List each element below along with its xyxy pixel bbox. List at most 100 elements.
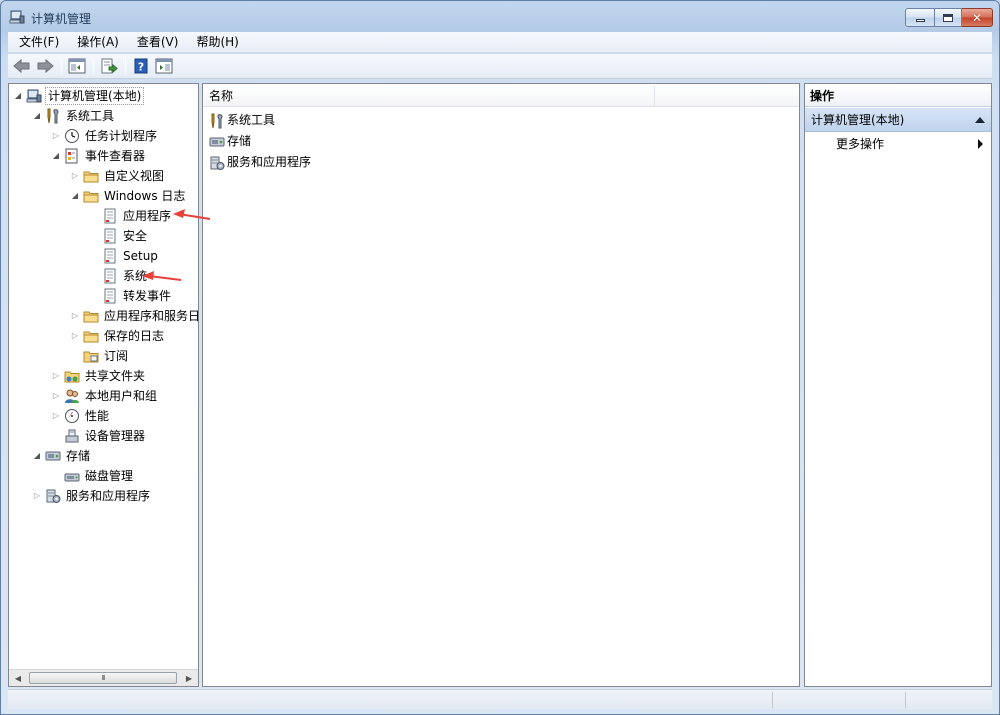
tree-item[interactable]: ▷ 应用程序和服务日志 [70, 306, 199, 326]
collapsed-arrow-icon[interactable]: ▷ [32, 486, 42, 506]
collapsed-arrow-icon[interactable]: ▷ [51, 126, 61, 146]
title-bar[interactable]: 计算机管理 ✕ [1, 1, 999, 31]
saved-logs-folder-icon [83, 331, 99, 343]
storage-icon [45, 451, 61, 461]
menu-bar: 文件(F) 操作(A) 查看(V) 帮助(H) [8, 32, 992, 53]
tree-item-label: 计算机管理(本地) [45, 87, 145, 105]
export-list-button[interactable] [98, 55, 120, 77]
list-header: 名称 [203, 86, 799, 107]
tree-item[interactable]: ▷ 服务和应用程序 [32, 486, 152, 506]
tree-item[interactable]: 系统 [89, 266, 149, 286]
menu-view[interactable]: 查看(V) [131, 33, 185, 52]
task-scheduler-icon [65, 129, 79, 143]
custom-views-folder-icon [83, 171, 99, 183]
show-hide-action-pane-button[interactable] [153, 55, 175, 77]
show-hide-console-tree-icon [68, 58, 86, 74]
tree-horizontal-scrollbar[interactable]: ◀ III ▶ [9, 669, 198, 686]
tree-item[interactable]: ◢ 事件查看器 [51, 146, 147, 166]
tree-item-label: 存储 [66, 449, 91, 463]
expanded-arrow-icon[interactable]: ◢ [32, 106, 42, 126]
list-item-label: 存储 [227, 134, 252, 148]
back-arrow-icon [13, 58, 30, 74]
scrollbar-thumb[interactable]: III [29, 672, 177, 684]
tree-item[interactable]: 安全 [89, 226, 149, 246]
log-icon [104, 268, 116, 284]
menu-help[interactable]: 帮助(H) [190, 33, 244, 52]
tree-item[interactable]: ◢ 计算机管理(本地) [13, 86, 145, 106]
tree-item[interactable]: ◢ 存储 [32, 446, 92, 466]
menu-action[interactable]: 操作(A) [71, 33, 125, 52]
expanded-arrow-icon[interactable]: ◢ [32, 446, 42, 466]
action-section-header[interactable]: 计算机管理(本地) [805, 108, 991, 132]
status-segment [772, 692, 773, 708]
tree-item-label: 磁盘管理 [85, 469, 134, 483]
list-item-storage[interactable]: 存储 [207, 131, 251, 152]
list-item-services-applications[interactable]: 服务和应用程序 [207, 152, 311, 173]
tree-item[interactable]: ▷ 本地用户和组 [51, 386, 159, 406]
tree-item[interactable]: Setup [89, 246, 160, 266]
list-item-label: 服务和应用程序 [227, 155, 312, 169]
scroll-right-icon[interactable]: ▶ [182, 672, 196, 684]
tree-item-label: 系统工具 [66, 109, 115, 123]
tree-item[interactable]: 设备管理器 [51, 426, 147, 446]
collapsed-arrow-icon[interactable]: ▷ [70, 326, 80, 346]
column-header-name[interactable]: 名称 [203, 86, 655, 106]
collapsed-arrow-icon[interactable]: ▷ [70, 166, 80, 186]
subscriptions-icon [83, 351, 99, 363]
maximize-button[interactable] [935, 8, 962, 27]
close-button[interactable]: ✕ [962, 8, 993, 27]
console-tree-pane[interactable]: ◢ 计算机管理(本地) ◢ 系统工具 ▷ 任务计划程序 ◢ 事件查看器 ▷ 自定义视图 ◢ Windo… [8, 83, 199, 687]
services-applications-icon [46, 489, 61, 503]
tree-item[interactable]: ▷ 任务计划程序 [51, 126, 159, 146]
minimize-button[interactable] [905, 8, 935, 27]
collapsed-arrow-icon[interactable]: ▷ [51, 386, 61, 406]
more-actions-item[interactable]: 更多操作 [805, 133, 991, 155]
menu-file[interactable]: 文件(F) [13, 33, 65, 52]
forward-button[interactable] [34, 55, 56, 77]
tree-item-label: 自定义视图 [104, 169, 165, 183]
list-item-system-tools[interactable]: 系统工具 [207, 110, 275, 131]
tree-item-label: 性能 [85, 409, 110, 423]
event-viewer-icon [65, 148, 78, 164]
toolbar-separator [61, 57, 62, 75]
expanded-arrow-icon[interactable]: ◢ [70, 186, 80, 206]
tree-item[interactable]: 磁盘管理 [51, 466, 135, 486]
back-button[interactable] [11, 55, 33, 77]
tree-item[interactable]: ◢ Windows 日志 [70, 186, 187, 206]
results-list-pane[interactable]: 名称 系统工具 存储 服务和应用程序 [202, 83, 800, 687]
services-applications-icon [210, 156, 225, 170]
tree-item[interactable]: 应用程序 [89, 206, 173, 226]
expanded-arrow-icon[interactable]: ◢ [13, 86, 23, 106]
scroll-left-icon[interactable]: ◀ [11, 672, 25, 684]
shared-folders-icon [64, 371, 80, 383]
show-hide-tree-button[interactable] [66, 55, 88, 77]
tree-item[interactable]: 订阅 [70, 346, 130, 366]
tree-item-label: 本地用户和组 [85, 389, 158, 403]
tree-item-label: 安全 [123, 229, 148, 243]
tree-item[interactable]: ▷ 自定义视图 [70, 166, 166, 186]
tree-item-label: Windows 日志 [104, 189, 186, 203]
submenu-arrow-icon [978, 139, 983, 149]
tree-item[interactable]: ▷ 保存的日志 [70, 326, 166, 346]
disk-management-icon [64, 473, 80, 482]
help-button[interactable]: ? [130, 55, 152, 77]
tree-item[interactable]: ◢ 系统工具 [32, 106, 116, 126]
storage-icon [209, 137, 225, 146]
tree-item-label: 服务和应用程序 [66, 489, 151, 503]
tree-item-label: 共享文件夹 [85, 369, 146, 383]
tree-item[interactable]: ▷ 性能 [51, 406, 111, 426]
action-section-label: 计算机管理(本地) [811, 113, 905, 127]
svg-text:?: ? [138, 61, 144, 74]
collapsed-arrow-icon[interactable]: ▷ [70, 306, 80, 326]
tree-item[interactable]: 转发事件 [89, 286, 173, 306]
collapsed-arrow-icon[interactable]: ▷ [51, 366, 61, 386]
tree-item-label: 应用程序和服务日志 [104, 309, 199, 323]
collapse-up-icon[interactable] [975, 117, 985, 123]
log-icon [104, 228, 116, 244]
collapsed-arrow-icon[interactable]: ▷ [51, 406, 61, 426]
tree-item[interactable]: ▷ 共享文件夹 [51, 366, 147, 386]
expanded-arrow-icon[interactable]: ◢ [51, 146, 61, 166]
log-icon [104, 288, 116, 304]
